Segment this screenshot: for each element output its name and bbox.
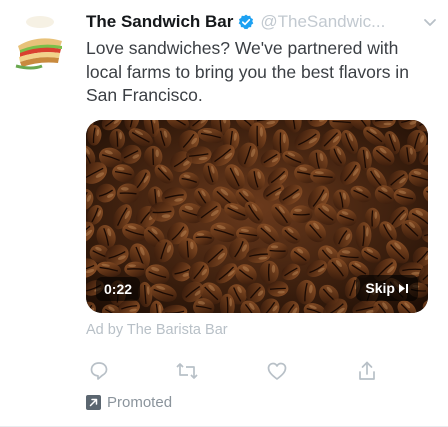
chevron-down-icon[interactable] xyxy=(422,14,438,30)
avatar[interactable] xyxy=(12,14,76,78)
skip-button[interactable]: Skip xyxy=(356,275,418,301)
retweet-button[interactable] xyxy=(174,358,200,384)
reply-button[interactable] xyxy=(86,358,112,384)
promoted-indicator: Promoted xyxy=(86,394,172,411)
promoted-tweet[interactable]: The Sandwich Bar @TheSandwic... Love san… xyxy=(0,0,448,427)
share-icon xyxy=(359,361,375,380)
verified-badge-icon xyxy=(239,14,254,30)
account-name[interactable]: The Sandwich Bar xyxy=(86,12,233,32)
video-player[interactable]: 0:22 Skip xyxy=(86,120,428,313)
skip-label: Skip xyxy=(365,280,395,296)
reply-icon xyxy=(90,362,108,380)
ad-attribution[interactable]: Ad by The Barista Bar xyxy=(86,322,228,338)
sandwich-avatar-icon xyxy=(15,16,62,70)
tweet-text: Love sandwiches? We've partnered with lo… xyxy=(86,38,409,105)
promoted-icon xyxy=(86,395,101,410)
heart-icon xyxy=(267,362,287,380)
like-button[interactable] xyxy=(264,358,290,384)
tweet-actions xyxy=(86,358,436,384)
retweet-icon xyxy=(176,363,198,379)
tweet-header: The Sandwich Bar @TheSandwic... xyxy=(86,10,438,34)
promoted-label: Promoted xyxy=(107,394,173,411)
share-button[interactable] xyxy=(354,358,380,384)
video-timestamp: 0:22 xyxy=(96,277,141,301)
account-handle[interactable]: @TheSandwic... xyxy=(260,12,385,32)
skip-icon xyxy=(399,283,408,293)
